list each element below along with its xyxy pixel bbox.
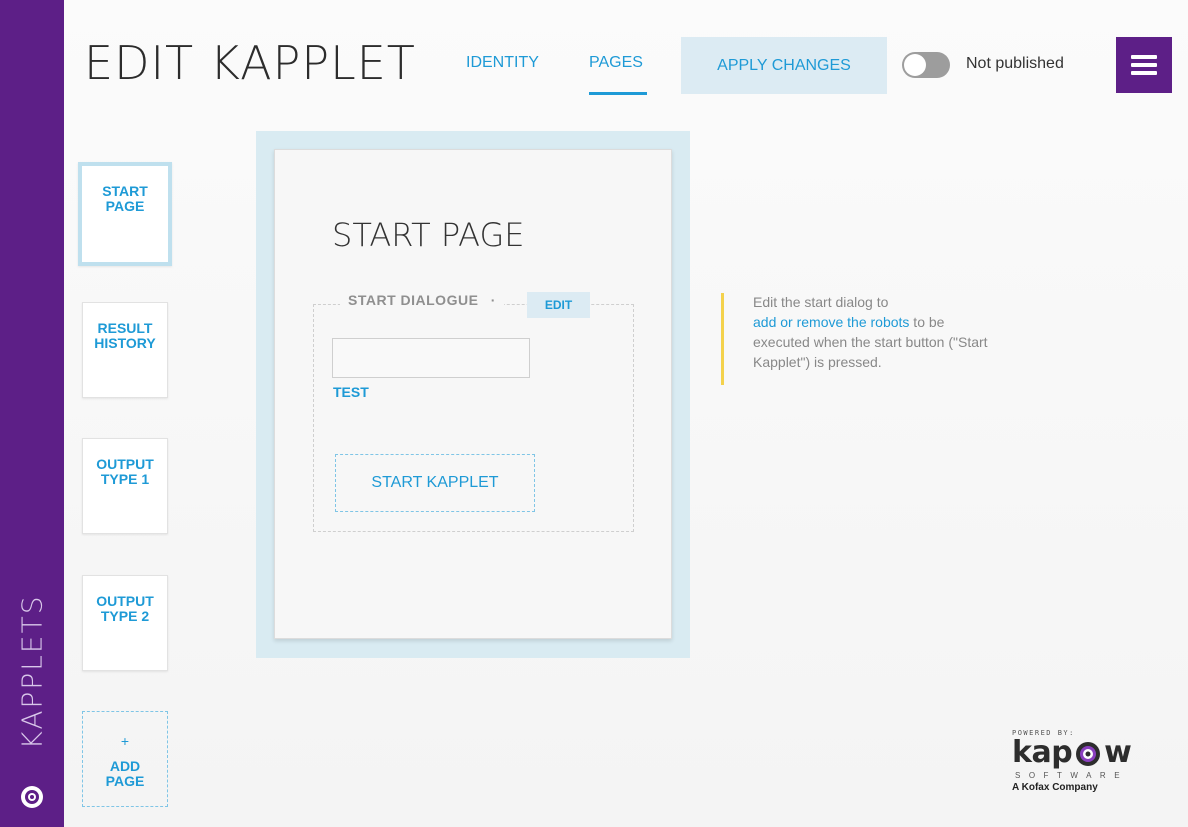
start-dialogue-label: START DIALOGUE ·: [340, 292, 504, 308]
page-thumb-label: TYPE 2: [100, 608, 150, 624]
publish-toggle[interactable]: [902, 52, 950, 78]
page-thumb-start-page[interactable]: START PAGE: [78, 162, 172, 266]
page-thumb-label: PAGE: [105, 198, 145, 214]
page-thumb-label: OUTPUT: [96, 593, 154, 609]
tab-pages[interactable]: PAGES: [589, 54, 643, 72]
page-thumb-label: START: [102, 183, 148, 199]
start-kapplet-button[interactable]: START KAPPLET: [335, 454, 535, 512]
test-input-label: TEST: [333, 384, 369, 400]
page-thumb-output-type-2[interactable]: OUTPUT TYPE 2: [82, 575, 168, 671]
add-page-label: PAGE: [105, 773, 145, 789]
help-text: Edit the start dialog to add or remove t…: [753, 292, 1053, 372]
preview-page-title: START PAGE: [332, 216, 525, 254]
brand-prefix: kap: [1012, 735, 1073, 770]
plus-icon: +: [120, 733, 130, 749]
brand-suffix: w: [1104, 735, 1132, 770]
page-thumb-label: TYPE 1: [100, 471, 150, 487]
page-thumb-output-type-1[interactable]: OUTPUT TYPE 1: [82, 438, 168, 534]
publish-status-label: Not published: [966, 55, 1064, 72]
help-line-1: Edit the start dialog to: [753, 294, 889, 310]
test-input[interactable]: [332, 338, 530, 378]
kapplets-logo-icon[interactable]: [20, 785, 44, 809]
kapow-logo: kap w: [1012, 737, 1142, 769]
hamburger-icon: [1131, 55, 1157, 59]
page-thumb-label: HISTORY: [94, 335, 156, 351]
page-title: EDIT KAPPLET: [84, 36, 416, 90]
toggle-knob: [904, 54, 926, 76]
help-accent-bar: [721, 293, 724, 385]
hamburger-icon-bar: [1131, 71, 1157, 75]
sidebar-label: KAPPLETS: [15, 594, 49, 750]
apply-changes-button[interactable]: APPLY CHANGES: [681, 37, 887, 94]
page-thumb-label: OUTPUT: [96, 456, 154, 472]
tab-identity[interactable]: IDENTITY: [466, 54, 539, 72]
page-thumb-result-history[interactable]: RESULT HISTORY: [82, 302, 168, 398]
powered-by-block: POWERED BY: kap w SOFTWARE A Kofax Compa…: [1012, 729, 1142, 793]
active-tab-indicator: [589, 92, 647, 95]
add-page-label: ADD: [109, 758, 141, 774]
add-remove-robots-link[interactable]: add or remove the robots: [753, 314, 909, 330]
add-page-button[interactable]: + ADD PAGE: [82, 711, 168, 807]
help-line-3: executed when the start button ("Start: [753, 334, 988, 350]
menu-button[interactable]: [1116, 37, 1172, 93]
brand-subtitle: SOFTWARE: [1015, 771, 1129, 780]
edit-dialogue-button[interactable]: EDIT: [527, 292, 590, 318]
sidebar-rail: KAPPLETS: [0, 0, 64, 827]
start-dialogue-text: START DIALOGUE: [348, 292, 479, 308]
separator-dot: ·: [490, 292, 496, 308]
help-line-2: to be: [909, 314, 945, 330]
hamburger-icon-bar: [1131, 63, 1157, 67]
help-line-4: Kapplet") is pressed.: [753, 354, 882, 370]
kapow-o-logo-icon: [1076, 742, 1101, 766]
brand-company: A Kofax Company: [1012, 782, 1098, 793]
page-thumb-label: RESULT: [97, 320, 153, 336]
